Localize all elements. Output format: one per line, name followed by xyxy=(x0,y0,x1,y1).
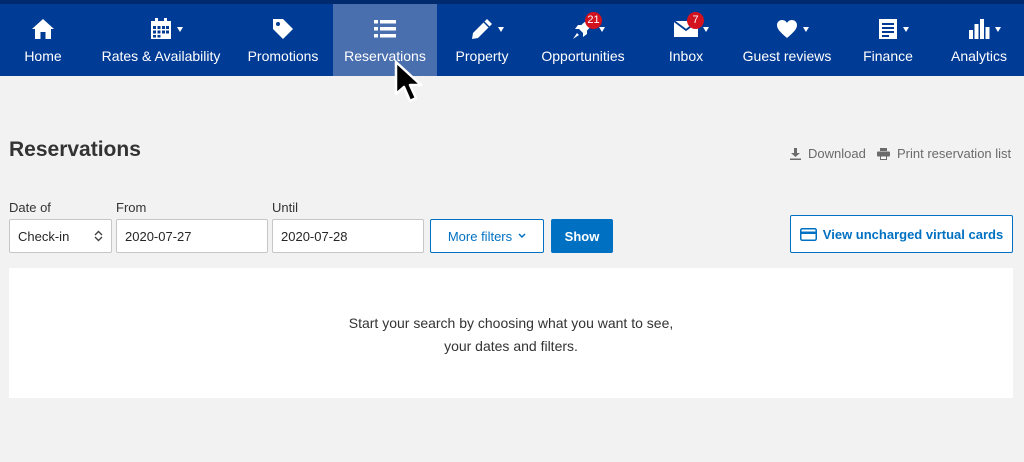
nav-item-home[interactable]: Home xyxy=(14,4,72,76)
tag-icon xyxy=(273,19,293,39)
until-date-input[interactable]: 2020-07-28 xyxy=(272,219,424,253)
nav-label-property: Property xyxy=(455,48,509,64)
date-of-label: Date of xyxy=(9,200,51,215)
results-panel: Start your search by choosing what you w… xyxy=(9,268,1013,398)
nav-item-property[interactable]: Property xyxy=(452,4,512,76)
nav-label-guest-reviews: Guest reviews xyxy=(742,48,832,64)
printer-icon xyxy=(877,147,890,160)
home-icon xyxy=(32,19,54,39)
mouse-cursor-icon xyxy=(394,60,423,103)
nav-item-rates-availability[interactable]: Rates & Availability xyxy=(98,4,224,76)
print-label: Print reservation list xyxy=(897,146,1012,161)
from-date-value: 2020-07-27 xyxy=(125,228,192,244)
download-link[interactable]: Download xyxy=(790,146,866,161)
chevron-down-icon xyxy=(599,27,605,32)
nav-item-guest-reviews[interactable]: Guest reviews xyxy=(740,4,834,76)
chevron-down-icon xyxy=(498,27,504,32)
date-of-value: Check-in xyxy=(18,228,70,244)
nav-label-promotions: Promotions xyxy=(247,48,319,64)
top-navigation: Home Rates & Availability Promotions Res… xyxy=(0,0,1024,76)
chevron-down-icon xyxy=(995,27,1001,32)
chevron-down-icon xyxy=(903,27,909,32)
nav-label-inbox: Inbox xyxy=(668,48,704,64)
invoice-icon xyxy=(879,19,897,39)
heart-icon xyxy=(777,20,797,38)
from-date-input[interactable]: 2020-07-27 xyxy=(116,219,268,253)
chevron-down-icon xyxy=(803,27,809,32)
calendar-icon xyxy=(151,18,171,39)
show-button[interactable]: Show xyxy=(551,219,613,253)
empty-state-line-1: Start your search by choosing what you w… xyxy=(348,315,674,331)
nav-label-analytics: Analytics xyxy=(950,48,1008,64)
nav-label-finance: Finance xyxy=(863,48,913,64)
nav-label-home: Home xyxy=(24,48,62,64)
date-of-select[interactable]: Check-in xyxy=(9,219,112,253)
list-icon xyxy=(374,20,396,38)
nav-item-opportunities[interactable]: 21 Opportunities xyxy=(537,4,629,76)
empty-state-line-2: your dates and filters. xyxy=(444,338,578,354)
download-label: Download xyxy=(808,146,866,161)
bar-chart-icon xyxy=(969,19,990,39)
more-filters-button[interactable]: More filters xyxy=(430,219,544,253)
chevron-down-icon xyxy=(177,27,183,32)
nav-item-analytics[interactable]: Analytics xyxy=(948,4,1010,76)
show-label: Show xyxy=(564,228,600,244)
nav-item-inbox[interactable]: 7 Inbox xyxy=(664,4,709,76)
nav-item-promotions[interactable]: Promotions xyxy=(243,4,323,76)
chevron-down-icon xyxy=(703,27,709,32)
until-date-value: 2020-07-28 xyxy=(281,228,348,244)
virtual-cards-label: View uncharged virtual cards xyxy=(822,226,1004,242)
view-uncharged-virtual-cards-button[interactable]: View uncharged virtual cards xyxy=(790,215,1013,253)
download-icon xyxy=(790,147,801,160)
nav-label-rates: Rates & Availability xyxy=(101,48,221,64)
pencil-icon xyxy=(472,19,492,39)
credit-card-icon xyxy=(799,227,817,241)
print-reservation-list-link[interactable]: Print reservation list xyxy=(877,146,1011,161)
page-title: Reservations xyxy=(9,138,141,161)
nav-item-finance[interactable]: Finance xyxy=(860,4,916,76)
nav-label-opportunities: Opportunities xyxy=(541,48,625,64)
from-label: From xyxy=(116,200,147,215)
select-updown-icon xyxy=(94,230,103,242)
until-label: Until xyxy=(272,200,299,215)
more-filters-label: More filters xyxy=(447,228,513,244)
chevron-down-icon xyxy=(518,233,526,239)
inbox-badge: 7 xyxy=(687,12,704,29)
